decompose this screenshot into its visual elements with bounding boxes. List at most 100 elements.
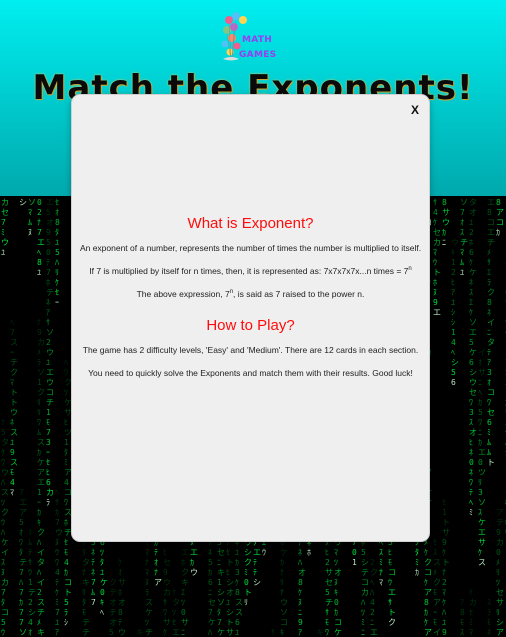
matrix-glyph: サ (181, 618, 189, 627)
matrix-glyph: コ (424, 568, 432, 577)
matrix-glyph: ﾋ (451, 278, 455, 287)
matrix-glyph: ﾋ (226, 568, 230, 577)
matrix-glyph: ケ (100, 578, 108, 587)
matrix-glyph: 9 (10, 448, 15, 457)
matrix-glyph: ツ (64, 428, 72, 437)
matrix-glyph: ウ (442, 218, 450, 227)
matrix-glyph: セ (208, 598, 216, 607)
matrix-glyph: ﾃ (469, 488, 473, 497)
exponent-example: If 7 is multiplied by itself for n times… (75, 265, 427, 277)
matrix-glyph: 5 (208, 558, 213, 567)
exponent-expression-post: , is said as 7 raised to the power n. (233, 289, 365, 299)
math-games-logo[interactable]: MATH GAMES (219, 11, 283, 65)
matrix-glyph: ｶ (37, 448, 41, 457)
matrix-glyph: シ (217, 588, 225, 597)
matrix-glyph: タ (172, 598, 180, 607)
matrix-glyph: ﾑ (460, 258, 464, 267)
matrix-glyph: ケ (145, 608, 153, 617)
matrix-glyph: ﾍ (469, 498, 473, 507)
matrix-glyph: 7 (10, 328, 15, 337)
matrix-glyph: ﾜ (469, 398, 473, 407)
close-button[interactable]: X (411, 103, 419, 117)
matrix-glyph: 7 (91, 598, 96, 607)
matrix-glyph: サ (496, 598, 504, 607)
matrix-glyph: 1 (451, 258, 456, 267)
matrix-glyph: ﾈ (10, 418, 14, 427)
matrix-glyph: ｹ (163, 628, 167, 637)
matrix-glyph: ﾃ (118, 618, 122, 627)
matrix-glyph: ｽ (1, 558, 5, 567)
matrix-glyph: ﾗ (37, 358, 41, 367)
matrix-glyph: カ (469, 598, 477, 607)
matrix-glyph: オ (226, 588, 234, 597)
matrix-glyph: ソ (37, 368, 45, 377)
matrix-glyph: ｹ (469, 308, 473, 317)
matrix-glyph: ｾ (226, 548, 230, 557)
matrix-glyph: ﾘ (82, 548, 86, 557)
matrix-glyph: 3 (478, 488, 483, 497)
matrix-glyph: 5 (64, 598, 69, 607)
matrix-glyph: ﾘ (82, 588, 86, 597)
matrix-glyph: 2 (37, 208, 42, 217)
matrix-glyph: イ (37, 578, 45, 587)
matrix-glyph: ﾍ (37, 248, 41, 257)
matrix-glyph: 1 (352, 558, 357, 567)
matrix-glyph: エ (433, 308, 441, 317)
matrix-glyph: ﾎ (181, 558, 185, 567)
matrix-glyph: ﾘ (280, 578, 284, 587)
matrix-glyph: ﾕ (100, 568, 104, 577)
matrix-glyph: ケ (37, 458, 45, 467)
matrix-glyph: ｽ (379, 548, 383, 557)
matrix-glyph: ﾓ (388, 558, 392, 567)
matrix-glyph: 7 (19, 568, 24, 577)
matrix-glyph: 4 (28, 618, 33, 627)
matrix-glyph: ｽ (469, 418, 473, 427)
matrix-glyph: 2 (451, 268, 456, 277)
matrix-glyph: ス (478, 558, 486, 567)
matrix-glyph: ﾅ (37, 218, 41, 227)
matrix-glyph: ト (64, 588, 72, 597)
matrix-glyph: ｵ (28, 628, 32, 637)
matrix-glyph: シ (244, 548, 252, 557)
matrix-glyph: ﾐ (244, 568, 248, 577)
matrix-glyph: 5 (361, 548, 366, 557)
matrix-glyph: オ (109, 618, 117, 627)
matrix-glyph: ﾇ (28, 228, 32, 237)
matrix-glyph: カ (1, 198, 9, 207)
matrix-glyph: サ (118, 578, 126, 587)
matrix-glyph: ﾜ (1, 458, 5, 467)
matrix-glyph: ｹ (442, 548, 446, 557)
matrix-glyph: ﾗ (64, 608, 68, 617)
matrix-glyph: ｶ (424, 608, 428, 617)
matrix-glyph: テ (19, 558, 27, 567)
matrix-glyph: サ (64, 408, 72, 417)
matrix-glyph: ｶ (190, 558, 194, 567)
matrix-glyph: ﾃ (487, 348, 491, 357)
matrix-glyph: セ (163, 558, 171, 567)
matrix-glyph: ﾘ (496, 608, 500, 617)
matrix-glyph: コ (1, 608, 9, 617)
matrix-glyph: コ (280, 618, 288, 627)
matrix-glyph: ト (487, 458, 495, 467)
matrix-glyph: ﾊ (19, 578, 23, 587)
matrix-glyph: ﾅ (379, 568, 383, 577)
matrix-glyph: 4 (370, 598, 375, 607)
matrix-glyph: ｻ (163, 598, 167, 607)
matrix-glyph: 9 (163, 568, 168, 577)
matrix-glyph: ｽ (460, 628, 464, 637)
matrix-glyph: ﾈ (487, 628, 491, 637)
matrix-glyph: 4 (433, 208, 438, 217)
matrix-glyph: 9 (433, 298, 438, 307)
matrix-glyph: コ (64, 578, 72, 587)
matrix-glyph: ｶ (442, 228, 446, 237)
matrix-glyph: 7 (208, 608, 213, 617)
matrix-glyph: ﾐ (469, 618, 473, 627)
matrix-glyph: ﾑ (28, 218, 32, 227)
matrix-glyph: シ (226, 578, 234, 587)
matrix-glyph: セ (469, 388, 477, 397)
matrix-glyph: ト (433, 268, 441, 277)
matrix-glyph: ﾊ (370, 588, 374, 597)
matrix-glyph: 7 (19, 588, 24, 597)
matrix-glyph: ア (496, 208, 504, 217)
matrix-glyph: ﾏ (469, 628, 473, 637)
